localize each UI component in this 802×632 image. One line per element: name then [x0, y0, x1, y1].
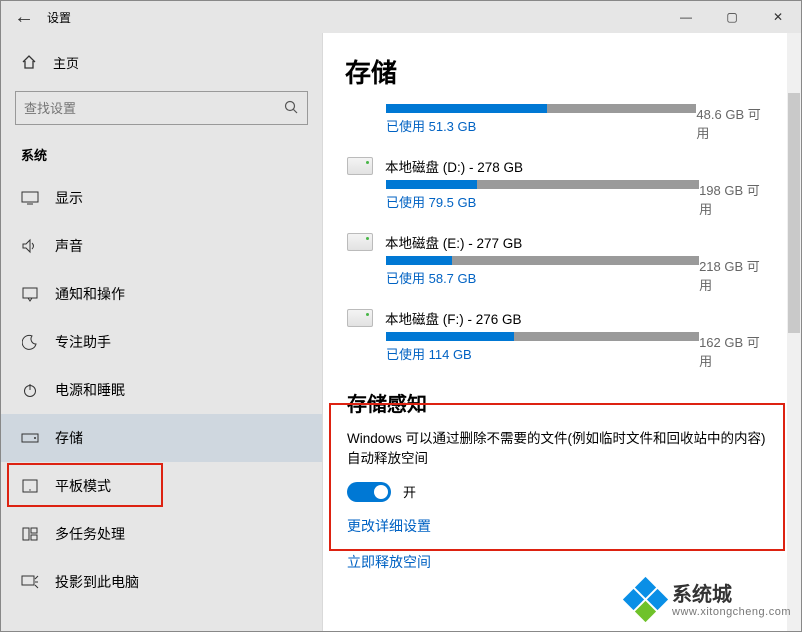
drive-title: 本地磁盘 (F:) - 276 GB	[385, 308, 522, 328]
scrollbar-track[interactable]	[787, 33, 801, 631]
drive-row[interactable]: 本地磁盘 (F:) - 276 GB 已使用 114 GB 162 GB 可用	[347, 308, 771, 370]
search-box[interactable]	[15, 91, 308, 125]
usage-bar	[386, 256, 699, 265]
minimize-button[interactable]: —	[663, 1, 709, 33]
free-label: 198 GB 可用	[699, 180, 771, 218]
sidebar-item-label: 投影到此电脑	[55, 572, 139, 592]
sidebar-item-multitask[interactable]: 多任务处理	[1, 510, 322, 558]
sidebar-item-tablet[interactable]: 平板模式	[1, 462, 322, 510]
usage-bar	[386, 332, 699, 341]
usage-bar	[386, 180, 699, 189]
usage-bar	[386, 104, 696, 113]
sidebar-item-power[interactable]: 电源和睡眠	[1, 366, 322, 414]
home-label: 主页	[53, 53, 79, 72]
sidebar-item-focus-assist[interactable]: 专注助手	[1, 318, 322, 366]
content-pane: 存储 已使用 51.3 GB 48.6 GB 可用 本地磁盘 (D:) - 27…	[323, 33, 801, 631]
maximize-button[interactable]: ▢	[709, 1, 755, 33]
sound-icon	[21, 238, 39, 254]
notification-icon	[21, 286, 39, 302]
free-label: 48.6 GB 可用	[696, 104, 771, 142]
sidebar-item-label: 专注助手	[55, 332, 111, 352]
scrollbar-thumb[interactable]	[788, 93, 800, 333]
storage-sense-section: 存储感知 Windows 可以通过删除不需要的文件(例如临时文件和回收站中的内容…	[347, 388, 771, 572]
watermark-icon	[626, 581, 666, 621]
moon-icon	[21, 334, 39, 350]
free-label: 218 GB 可用	[699, 256, 771, 294]
sidebar-item-label: 声音	[55, 236, 83, 256]
multitask-icon	[21, 527, 39, 541]
section-description: Windows 可以通过删除不需要的文件(例如临时文件和回收站中的内容)自动释放…	[347, 429, 771, 470]
used-label: 已使用 51.3 GB	[386, 116, 696, 135]
drive-title: 本地磁盘 (D:) - 278 GB	[385, 156, 523, 176]
close-button[interactable]: ✕	[755, 1, 801, 33]
display-icon	[21, 191, 39, 205]
power-icon	[21, 382, 39, 398]
watermark: 系统城 www.xitongcheng.com	[626, 581, 791, 621]
window-title: 设置	[47, 9, 663, 26]
used-label: 已使用 79.5 GB	[386, 192, 699, 211]
storage-icon	[21, 433, 39, 443]
home-nav[interactable]: 主页	[1, 41, 322, 83]
search-icon	[283, 99, 299, 118]
sidebar-item-label: 显示	[55, 188, 83, 208]
free-now-link[interactable]: 立即释放空间	[347, 552, 771, 572]
sidebar-item-display[interactable]: 显示	[1, 174, 322, 222]
sidebar-item-notifications[interactable]: 通知和操作	[1, 270, 322, 318]
drive-title: 本地磁盘 (E:) - 277 GB	[385, 232, 522, 252]
drive-row[interactable]: 已使用 51.3 GB 48.6 GB 可用	[347, 104, 771, 142]
home-icon	[21, 54, 37, 70]
drive-icon	[347, 157, 373, 175]
sidebar-item-label: 存储	[55, 428, 83, 448]
used-label: 已使用 114 GB	[386, 344, 699, 363]
settings-window: ← 设置 — ▢ ✕ 主页 系统 显示	[0, 0, 802, 632]
drive-icon	[347, 309, 373, 327]
section-heading: 存储感知	[347, 388, 771, 417]
sidebar-item-label: 通知和操作	[55, 284, 125, 304]
back-button[interactable]: ←	[1, 6, 47, 29]
page-title: 存储	[345, 53, 771, 90]
drive-row[interactable]: 本地磁盘 (E:) - 277 GB 已使用 58.7 GB 218 GB 可用	[347, 232, 771, 294]
sidebar-item-sound[interactable]: 声音	[1, 222, 322, 270]
watermark-url: www.xitongcheng.com	[672, 606, 791, 618]
sidebar-item-projecting[interactable]: 投影到此电脑	[1, 558, 322, 606]
sidebar: 主页 系统 显示 声音 通知和操作	[1, 33, 323, 631]
drive-icon	[347, 233, 373, 251]
sidebar-item-label: 多任务处理	[55, 524, 125, 544]
search-input[interactable]	[24, 101, 283, 116]
drive-row[interactable]: 本地磁盘 (D:) - 278 GB 已使用 79.5 GB 198 GB 可用	[347, 156, 771, 218]
toggle-state-label: 开	[403, 482, 416, 501]
titlebar: ← 设置 — ▢ ✕	[1, 1, 801, 33]
used-label: 已使用 58.7 GB	[386, 268, 699, 287]
sidebar-item-label: 平板模式	[55, 476, 111, 496]
watermark-name: 系统城	[672, 584, 791, 606]
storage-sense-toggle[interactable]	[347, 482, 391, 502]
free-label: 162 GB 可用	[699, 332, 771, 370]
change-settings-link[interactable]: 更改详细设置	[347, 516, 771, 536]
project-icon	[21, 575, 39, 589]
sidebar-group-title: 系统	[1, 139, 322, 174]
sidebar-item-label: 电源和睡眠	[55, 380, 125, 400]
tablet-icon	[21, 479, 39, 493]
sidebar-item-storage[interactable]: 存储	[1, 414, 322, 462]
